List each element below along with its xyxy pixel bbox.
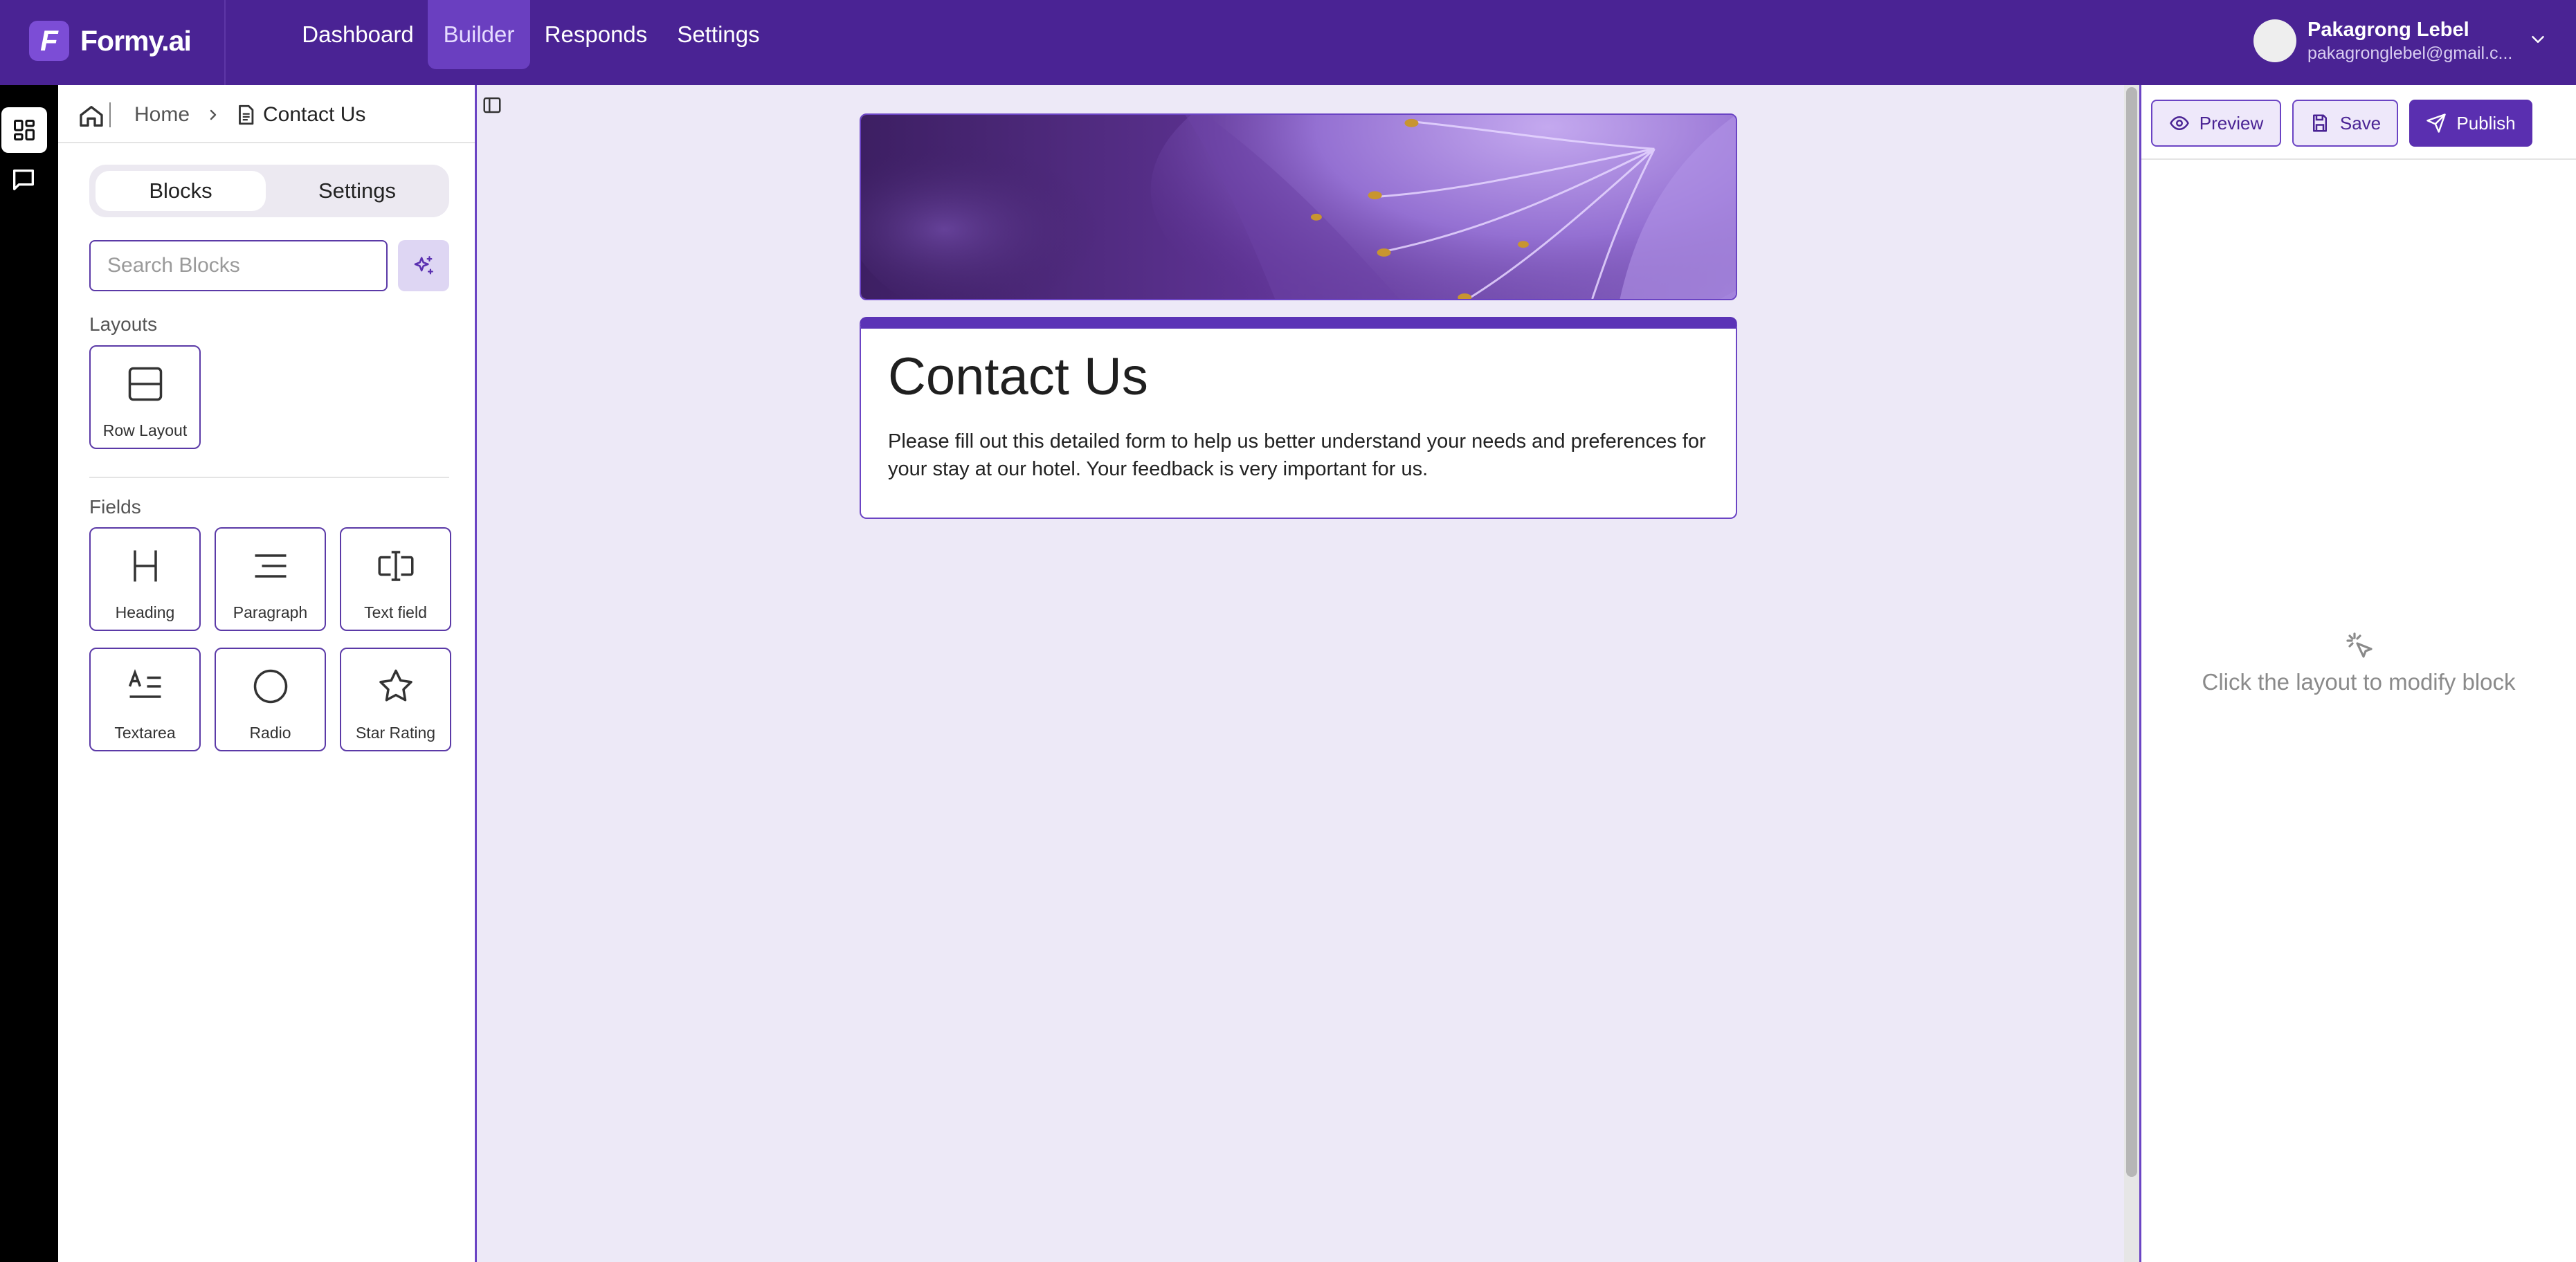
textarea-block[interactable]: Textarea: [89, 648, 201, 751]
preview-button[interactable]: Preview: [2151, 100, 2281, 147]
heading-block[interactable]: Heading: [89, 527, 201, 631]
blocks-icon: [14, 120, 35, 140]
paragraph-icon: [255, 554, 286, 578]
section-divider: [89, 477, 449, 478]
star-icon: [379, 669, 412, 702]
inspector-empty-hint: Click the layout to modify block: [2202, 669, 2516, 695]
form-title[interactable]: Contact Us: [888, 346, 1148, 408]
radio-icon: [253, 669, 287, 704]
textarea-icon: [128, 669, 161, 698]
save-button[interactable]: Save: [2292, 100, 2398, 147]
nav-settings[interactable]: Settings: [666, 0, 771, 69]
blocks-rail-button[interactable]: [1, 107, 47, 153]
app-name: Formy.ai: [80, 25, 192, 57]
row-layout-block[interactable]: Row Layout: [89, 345, 201, 449]
breadcrumb-home[interactable]: Home: [134, 102, 190, 127]
scrollbar-thumb[interactable]: [2126, 87, 2137, 1177]
breadcrumb-divider: [109, 102, 111, 127]
block-label: Paragraph: [233, 603, 308, 621]
form-header-image[interactable]: [860, 113, 1737, 300]
text-field-block[interactable]: Text field: [340, 527, 451, 631]
block-label: Heading: [115, 603, 175, 621]
paragraph-block[interactable]: Paragraph: [215, 527, 326, 631]
icon-rail: [0, 85, 58, 1262]
publish-button[interactable]: Publish: [2409, 100, 2532, 147]
nav-responds[interactable]: Responds: [534, 0, 657, 69]
chat-icon[interactable]: [10, 166, 37, 194]
heading-icon: [133, 550, 157, 582]
tab-settings[interactable]: Settings: [271, 171, 443, 211]
block-label: Row Layout: [102, 421, 188, 439]
block-label: Textarea: [114, 724, 176, 742]
user-name: Pakagrong Lebel: [2307, 19, 2469, 41]
chevron-down-icon[interactable]: [2528, 29, 2548, 50]
topbar-divider: [224, 0, 226, 85]
block-label: Star Rating: [355, 724, 436, 742]
form-description[interactable]: Please fill out this detailed form to he…: [888, 428, 1712, 483]
text-field-icon: [378, 551, 413, 581]
eye-icon: [2169, 116, 2189, 131]
breadcrumb-current: Contact Us: [263, 103, 366, 126]
nav-builder[interactable]: Builder: [428, 0, 530, 69]
pointer-click-icon: [2346, 632, 2373, 658]
sidebar-toggle-icon[interactable]: [482, 95, 502, 116]
flower-image: [861, 115, 1736, 299]
save-icon: [2312, 114, 2327, 132]
block-label: Text field: [364, 603, 427, 621]
radio-block[interactable]: Radio: [215, 648, 326, 751]
tab-blocks[interactable]: Blocks: [96, 171, 266, 211]
ai-generate-button[interactable]: [398, 240, 449, 291]
document-icon: [239, 104, 254, 125]
sparkles-icon: [414, 256, 433, 275]
panel-divider: [58, 142, 475, 143]
home-icon[interactable]: [78, 102, 105, 130]
search-blocks-input[interactable]: [89, 240, 388, 291]
save-label: Save: [2339, 112, 2382, 134]
user-email: pakagronglebel@gmail.c...: [2307, 44, 2513, 63]
block-label: Radio: [249, 724, 291, 742]
layouts-section-title: Layouts: [89, 313, 158, 335]
publish-label: Publish: [2456, 112, 2516, 134]
avatar[interactable]: [2253, 19, 2296, 62]
star-rating-block[interactable]: Star Rating: [340, 648, 451, 751]
fields-section-title: Fields: [89, 496, 141, 518]
inspector-divider: [2141, 158, 2576, 160]
chevron-right-icon: [210, 109, 217, 120]
app-logo[interactable]: F: [29, 21, 69, 61]
row-layout-icon: [128, 367, 162, 401]
preview-label: Preview: [2199, 112, 2264, 134]
nav-dashboard[interactable]: Dashboard: [291, 0, 425, 69]
send-icon: [2427, 113, 2447, 133]
